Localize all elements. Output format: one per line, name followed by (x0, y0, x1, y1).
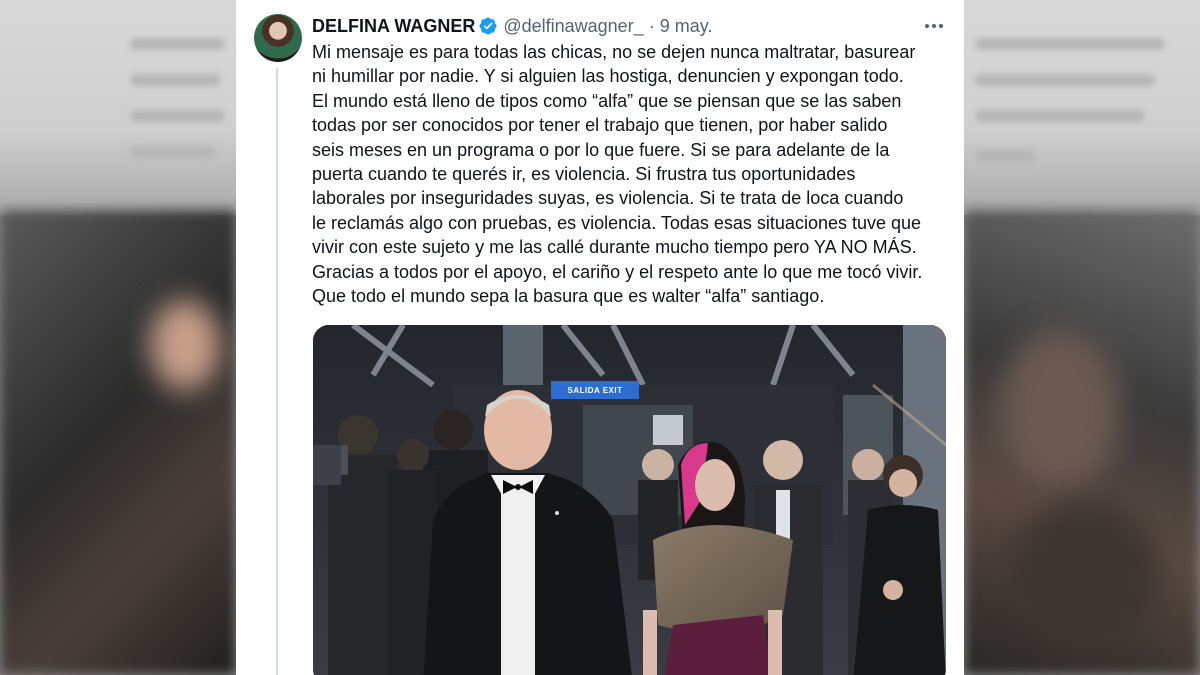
tweet-photo[interactable]: SALIDA EXIT (313, 325, 946, 675)
more-options-icon[interactable] (922, 14, 946, 38)
tweet-text-line: El mundo está lleno de tipos como “alfa”… (312, 90, 902, 111)
tweet-card: DELFINA WAGNER @delfinawagner_ · 9 may. … (236, 0, 964, 675)
blurred-text-line (975, 150, 1035, 162)
tweet-text-line: puerta cuando te querés ir, es violencia… (312, 164, 856, 185)
blurred-text-line (130, 110, 225, 122)
blurred-text-line (975, 38, 1165, 50)
blurred-text-line (130, 38, 225, 50)
blurred-photo-left (0, 210, 236, 675)
blurred-shape (150, 300, 220, 390)
tweet-text-line: Que todo el mundo sepa la basura que es … (312, 286, 825, 307)
tweet-text-line: seis meses en un programa o por lo que f… (312, 139, 890, 160)
thread-connector-line (276, 68, 278, 675)
tweet-text-line: ni humillar por nadie. Y si alguien las … (312, 66, 904, 87)
tweet-text-line: laborales por inseguridades suyas, es vi… (312, 188, 904, 209)
blurred-text-line (130, 74, 220, 86)
avatar[interactable] (254, 14, 302, 62)
blurred-shape (1010, 500, 1160, 650)
event-photo-illustration (313, 325, 946, 675)
tweet-date[interactable]: 9 may. (660, 16, 713, 37)
blurred-text-line (130, 146, 215, 158)
author-name[interactable]: DELFINA WAGNER (312, 16, 475, 37)
tweet-text-line: todas por ser conocidos por tener el tra… (312, 115, 888, 136)
tweet-text-line: vivir con este sujeto y me las callé dur… (312, 237, 917, 258)
separator-dot: · (648, 15, 655, 36)
tweet-text-line: Gracias a todos por el apoyo, el cariño … (312, 261, 923, 282)
tweet-header: DELFINA WAGNER @delfinawagner_ · 9 may. (312, 14, 952, 38)
tweet-text: Mi mensaje es para todas las chicas, no … (312, 40, 952, 308)
blurred-shape (1000, 330, 1120, 490)
tweet-text-line: le reclamás algo con pruebas, es violenc… (312, 212, 922, 233)
tweet-text-line: Mi mensaje es para todas las chicas, no … (312, 42, 916, 62)
verified-badge-icon (479, 17, 497, 35)
blurred-text-line (975, 74, 1155, 86)
blurred-text-line (975, 110, 1145, 122)
author-handle[interactable]: @delfinawagner_ (503, 16, 643, 37)
exit-sign: SALIDA EXIT (551, 381, 639, 399)
